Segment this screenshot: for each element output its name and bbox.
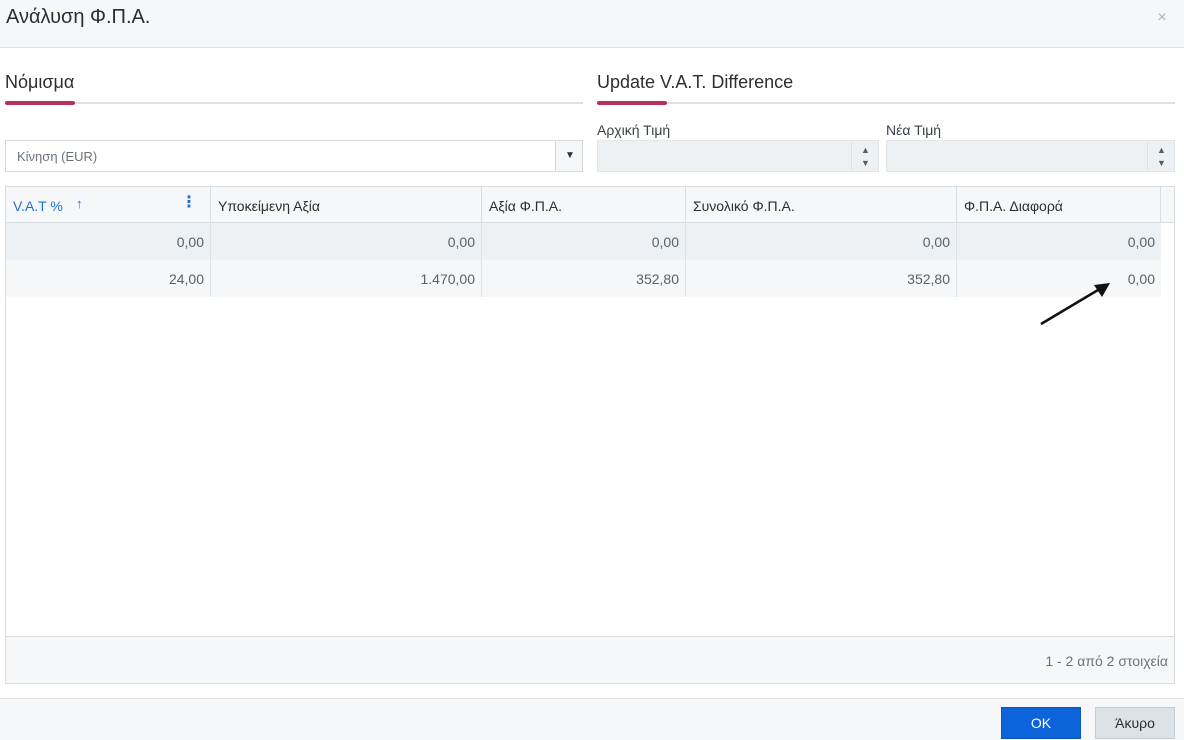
column-header-vat-difference[interactable]: Φ.Π.Α. Διαφορά — [957, 187, 1161, 223]
column-header-label: Φ.Π.Α. Διαφορά — [964, 198, 1063, 214]
column-header-label: Συνολικό Φ.Π.Α. — [693, 198, 795, 214]
close-icon[interactable]: × — [1154, 10, 1170, 26]
spin-up-icon[interactable]: ▲ — [1157, 145, 1166, 155]
new-value-label: Νέα Τιμή — [886, 122, 942, 138]
initial-value-label: Αρχική Τιμή — [597, 122, 671, 138]
cell-vat-amount: 0,00 — [482, 223, 686, 260]
grid-pager: 1 - 2 από 2 στοιχεία — [6, 636, 1174, 683]
dialog-title: Ανάλυση Φ.Π.Α. — [6, 6, 151, 28]
column-header-vat-percent[interactable]: V.A.T % ↑ ⋮ — [6, 187, 211, 223]
table-row[interactable]: 0,00 0,00 0,00 0,00 0,00 — [6, 223, 1161, 260]
spin-down-icon[interactable]: ▼ — [861, 158, 870, 168]
initial-value-spinner[interactable]: ▲ ▼ — [851, 141, 878, 171]
cancel-button[interactable]: Άκυρο — [1095, 707, 1175, 739]
vat-update-section-title: Update V.A.T. Difference — [597, 72, 794, 92]
column-header-label: V.A.T % — [13, 198, 63, 214]
dialog-titlebar: Ανάλυση Φ.Π.Α. × — [0, 0, 1184, 48]
grid-header: V.A.T % ↑ ⋮ Υποκείμενη Αξία Αξία Φ.Π.Α. … — [6, 187, 1174, 223]
dialog-footer: OK Άκυρο — [0, 698, 1184, 740]
column-header-label: Υποκείμενη Αξία — [218, 198, 320, 214]
cell-total-vat: 352,80 — [686, 260, 957, 297]
cell-taxable-value: 0,00 — [211, 223, 482, 260]
currency-section-divider — [5, 101, 583, 105]
vat-update-section-divider — [597, 101, 1175, 105]
currency-select[interactable]: Κίνηση (EUR) ▼ — [5, 140, 583, 172]
cell-taxable-value: 1.470,00 — [211, 260, 482, 297]
chevron-down-icon: ▼ — [565, 150, 575, 161]
new-value-input[interactable]: ▲ ▼ — [886, 140, 1175, 172]
currency-select-value: Κίνηση (EUR) — [17, 149, 98, 164]
spin-down-icon[interactable]: ▼ — [1157, 158, 1166, 168]
column-header-total-vat[interactable]: Συνολικό Φ.Π.Α. — [686, 187, 957, 223]
sort-ascending-icon[interactable]: ↑ — [76, 196, 83, 211]
currency-dropdown-button[interactable]: ▼ — [555, 141, 582, 171]
column-header-taxable-value[interactable]: Υποκείμενη Αξία — [211, 187, 482, 223]
cell-vat-percent: 0,00 — [6, 223, 211, 260]
cell-total-vat: 0,00 — [686, 223, 957, 260]
vat-analysis-grid: V.A.T % ↑ ⋮ Υποκείμενη Αξία Αξία Φ.Π.Α. … — [5, 186, 1175, 684]
cell-vat-percent: 24,00 — [6, 260, 211, 297]
ok-button[interactable]: OK — [1001, 707, 1081, 739]
cell-vat-amount: 352,80 — [482, 260, 686, 297]
table-row[interactable]: 24,00 1.470,00 352,80 352,80 0,00 — [6, 260, 1161, 297]
pager-info: 1 - 2 από 2 στοιχεία — [1045, 653, 1168, 669]
column-menu-icon[interactable]: ⋮ — [181, 195, 197, 211]
annotation-arrow-icon — [1040, 283, 1110, 326]
new-value-spinner[interactable]: ▲ ▼ — [1147, 141, 1174, 171]
spin-up-icon[interactable]: ▲ — [861, 145, 870, 155]
initial-value-input[interactable]: ▲ ▼ — [597, 140, 879, 172]
column-header-label: Αξία Φ.Π.Α. — [489, 198, 562, 214]
column-header-vat-amount[interactable]: Αξία Φ.Π.Α. — [482, 187, 686, 223]
currency-section-title: Νόμισμα — [5, 72, 75, 92]
cell-vat-difference: 0,00 — [1127, 234, 1155, 250]
